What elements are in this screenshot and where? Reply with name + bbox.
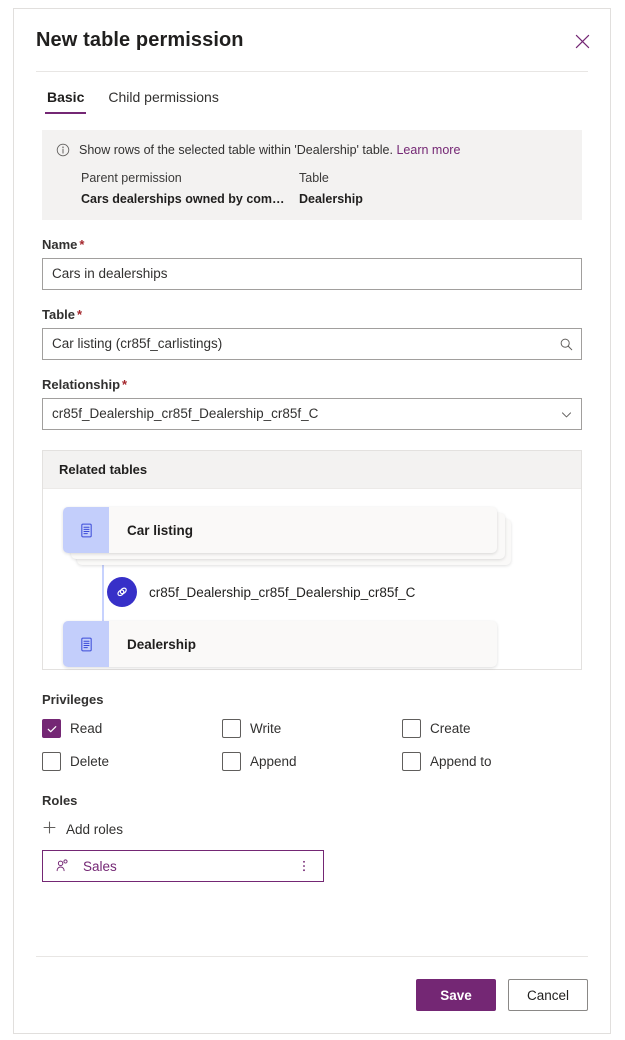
role-chip-label: Sales xyxy=(83,858,117,874)
link-icon[interactable] xyxy=(107,577,137,607)
tab-basic[interactable]: Basic xyxy=(45,89,87,114)
checkbox-box xyxy=(42,719,61,738)
banner-message-text: Show rows of the selected table within '… xyxy=(79,143,393,157)
related-tables-diagram: Car listing cr85f_Dealership_cr85f_Deale… xyxy=(43,489,581,669)
privilege-checkbox-write[interactable]: Write xyxy=(222,719,402,738)
person-icon xyxy=(55,858,71,874)
related-tables-panel: Related tables Car listing cr85f_Dealers… xyxy=(42,450,582,670)
add-roles-label: Add roles xyxy=(66,821,124,837)
tab-child-permissions[interactable]: Child permissions xyxy=(106,89,220,114)
banner-column-table: Table xyxy=(299,171,329,185)
privilege-label: Delete xyxy=(70,754,110,769)
relationship-dropdown[interactable]: cr85f_Dealership_cr85f_Dealership_cr85f_… xyxy=(42,398,582,430)
dialog-header: New table permission xyxy=(14,9,610,71)
privilege-checkbox-append[interactable]: Append xyxy=(222,752,402,771)
name-input[interactable] xyxy=(43,259,581,289)
close-icon xyxy=(575,34,590,49)
name-label-text: Name xyxy=(42,237,78,252)
related-tables-header: Related tables xyxy=(43,451,581,489)
banner-detail-table: Parent permission Table Cars dealerships… xyxy=(56,171,568,206)
learn-more-link[interactable]: Learn more xyxy=(396,143,460,157)
checkbox-box xyxy=(42,752,61,771)
relationship-required-marker: * xyxy=(122,377,128,392)
privilege-checkbox-append-to[interactable]: Append to xyxy=(402,752,582,771)
privileges-label: Privileges xyxy=(42,692,104,707)
relationship-node-label: cr85f_Dealership_cr85f_Dealership_cr85f_… xyxy=(149,584,416,600)
privilege-checkbox-create[interactable]: Create xyxy=(402,719,582,738)
banner-column-parent-permission: Parent permission xyxy=(81,171,182,185)
dialog-body: Show rows of the selected table within '… xyxy=(14,114,610,956)
privilege-label: Read xyxy=(70,721,103,736)
source-node-label: Car listing xyxy=(127,522,194,538)
name-field-group: Name * xyxy=(42,237,582,290)
role-chip-sales[interactable]: Sales xyxy=(42,850,324,882)
checkbox-box xyxy=(222,719,241,738)
save-button[interactable]: Save xyxy=(415,979,496,1011)
privilege-label: Write xyxy=(250,721,282,736)
privileges-grid: Read Write Create Delete Append Append t… xyxy=(42,719,582,771)
relationship-selected-value: cr85f_Dealership_cr85f_Dealership_cr85f_… xyxy=(52,406,319,421)
plus-icon xyxy=(42,820,57,838)
info-banner: Show rows of the selected table within '… xyxy=(42,130,582,220)
add-roles-button[interactable]: Add roles xyxy=(42,820,123,838)
banner-value-table: Dealership xyxy=(299,192,363,206)
privilege-label: Create xyxy=(430,721,471,736)
privilege-checkbox-read[interactable]: Read xyxy=(42,719,222,738)
more-vertical-icon[interactable] xyxy=(295,855,313,877)
name-required-marker: * xyxy=(79,237,85,252)
dialog-footer: Save Cancel xyxy=(14,957,610,1033)
source-node-stack: Car listing xyxy=(63,507,561,565)
relationship-label: Relationship * xyxy=(42,377,582,392)
banner-value-parent-permission: Cars dealerships owned by compa... xyxy=(81,192,291,206)
privilege-label: Append xyxy=(250,754,297,769)
table-label: Table * xyxy=(42,307,582,322)
search-icon[interactable] xyxy=(551,329,581,359)
roles-label: Roles xyxy=(42,793,78,808)
related-table-node-target[interactable]: Dealership xyxy=(63,621,497,667)
name-label: Name * xyxy=(42,237,582,252)
related-table-node-source[interactable]: Car listing xyxy=(63,507,497,553)
relationship-label-text: Relationship xyxy=(42,377,121,392)
table-icon xyxy=(63,507,109,553)
new-table-permission-dialog: New table permission Basic Child permiss… xyxy=(13,8,611,1034)
close-button[interactable] xyxy=(568,27,596,55)
page-title: New table permission xyxy=(36,28,244,51)
tab-bar: Basic Child permissions xyxy=(14,72,610,114)
chevron-down-icon[interactable] xyxy=(551,399,581,429)
cancel-button[interactable]: Cancel xyxy=(507,979,588,1011)
table-field-group: Table * xyxy=(42,307,582,360)
table-icon xyxy=(63,621,109,667)
table-required-marker: * xyxy=(77,307,83,322)
relationship-node-row: cr85f_Dealership_cr85f_Dealership_cr85f_… xyxy=(63,575,561,609)
checkbox-box xyxy=(222,752,241,771)
checkbox-box xyxy=(402,752,421,771)
name-input-wrap[interactable] xyxy=(42,258,582,290)
banner-message-row: Show rows of the selected table within '… xyxy=(56,142,568,161)
privilege-checkbox-delete[interactable]: Delete xyxy=(42,752,222,771)
target-node-label: Dealership xyxy=(127,636,197,652)
privilege-label: Append to xyxy=(430,754,492,769)
table-input-wrap[interactable] xyxy=(42,328,582,360)
table-label-text: Table xyxy=(42,307,75,322)
relationship-field-group: Relationship * cr85f_Dealership_cr85f_Dea… xyxy=(42,377,582,430)
screen-root: New table permission Basic Child permiss… xyxy=(0,0,625,1040)
table-input[interactable] xyxy=(43,329,551,359)
banner-message: Show rows of the selected table within '… xyxy=(79,142,460,158)
info-icon xyxy=(56,143,70,161)
checkbox-box xyxy=(402,719,421,738)
